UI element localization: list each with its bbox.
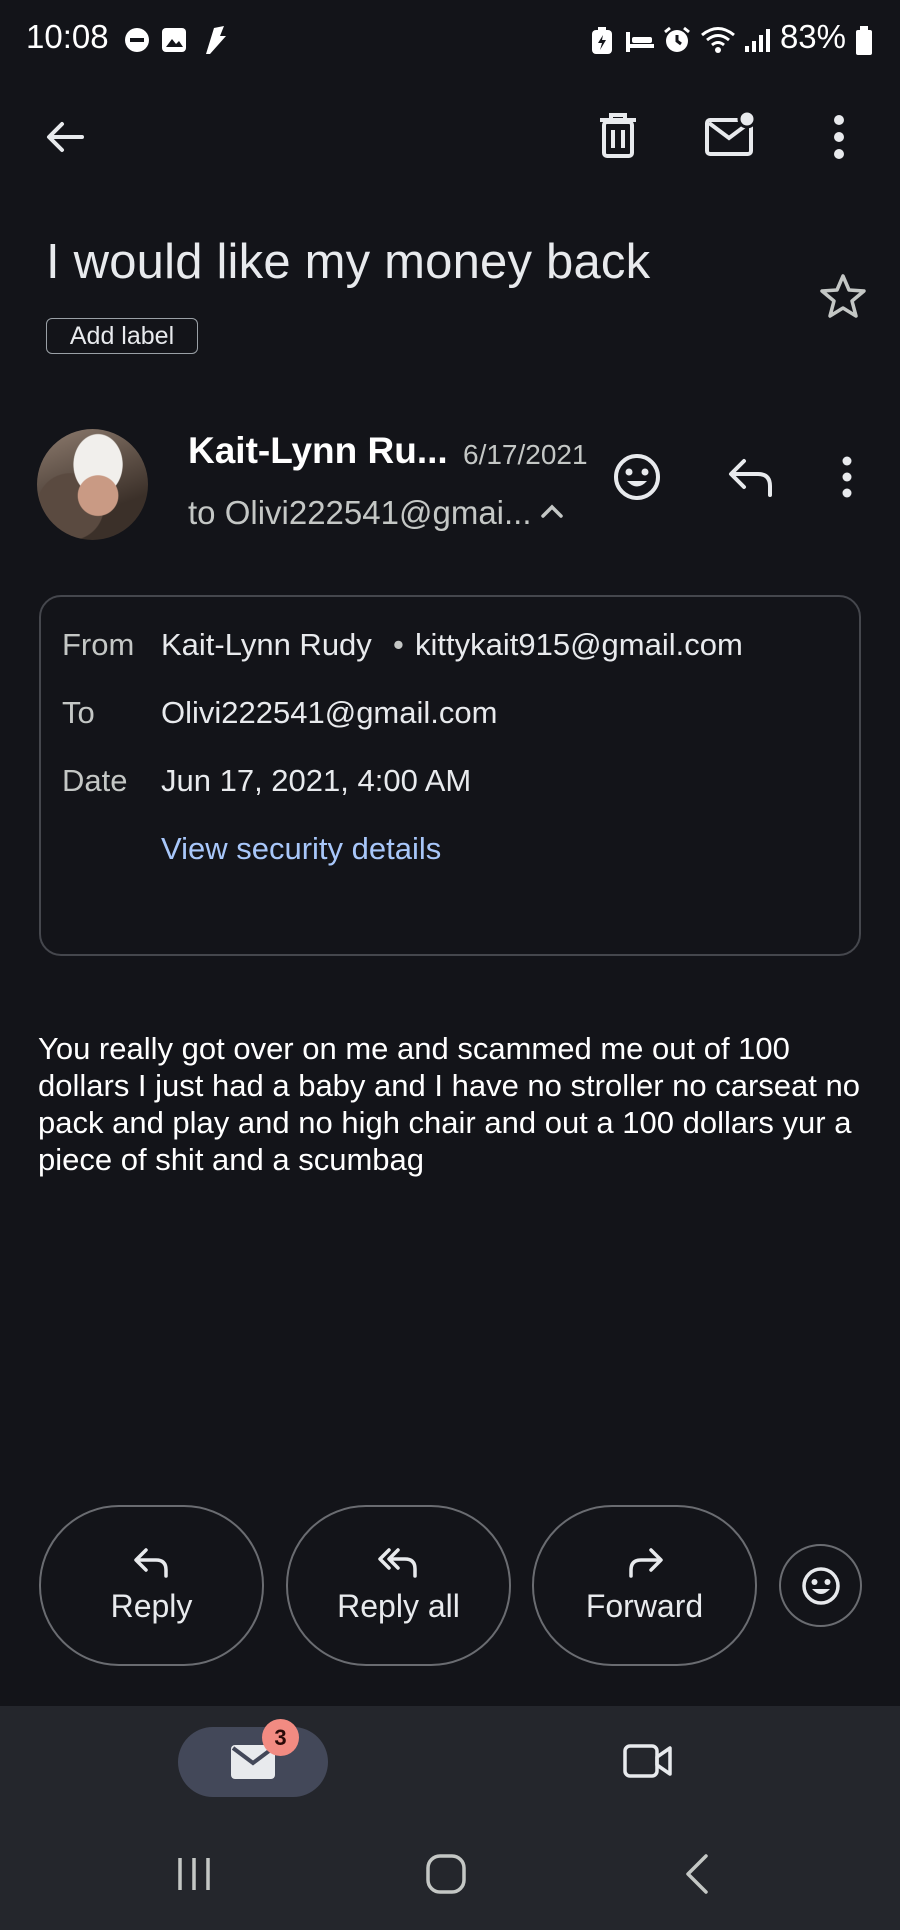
sender-date: 6/17/2021 (463, 439, 588, 470)
add-reaction-button[interactable] (779, 1544, 862, 1627)
chevron-up-icon (541, 504, 563, 518)
battery-icon (855, 26, 873, 56)
back-chevron-icon (686, 1854, 708, 1894)
back-button[interactable] (40, 112, 90, 162)
delete-button[interactable] (596, 112, 640, 160)
reply-all-label: Reply all (337, 1588, 460, 1624)
video-camera-icon (623, 1744, 672, 1778)
more-options-button[interactable] (824, 114, 854, 160)
to-value: Olivi222541@gmail.com (161, 695, 498, 730)
star-icon (820, 274, 866, 318)
back-arrow-icon (47, 122, 84, 152)
dnd-icon (124, 27, 150, 53)
collapse-details-button[interactable] (539, 501, 565, 521)
recents-icon (178, 1858, 210, 1890)
app-notification-icon (200, 24, 230, 56)
recent-apps-button[interactable] (174, 1854, 214, 1894)
reply-all-icon (377, 1548, 417, 1578)
signal-icon (743, 26, 773, 54)
mark-unread-icon (705, 110, 757, 156)
trash-icon (600, 113, 636, 158)
from-email: kittykait915@gmail.com (415, 627, 743, 662)
message-more-button[interactable] (834, 455, 860, 499)
reply-label: Reply (110, 1588, 193, 1624)
email-subject: I would like my money back (46, 235, 651, 289)
email-body: You really got over on me and scammed me… (38, 1031, 860, 1177)
home-button[interactable] (424, 1852, 468, 1896)
message-details-panel: From Kait-Lynn Rudy • kittykait915@gmail… (39, 595, 861, 956)
alarm-icon (662, 25, 692, 55)
mark-unread-button[interactable] (704, 110, 758, 158)
more-vert-icon (842, 456, 852, 498)
home-icon (426, 1854, 466, 1894)
more-vert-icon (834, 115, 844, 159)
date-label: Date (62, 763, 128, 798)
battery-saver-icon (590, 26, 614, 56)
recipient-summary[interactable]: to Olivi222541@gmai... (188, 494, 532, 532)
sender-name[interactable]: Kait-Lynn Ru... (188, 430, 448, 472)
status-time: 10:08 (26, 18, 109, 55)
unread-count-badge: 3 (262, 1719, 299, 1756)
battery-percent: 83% (779, 18, 846, 55)
to-label: To (62, 695, 95, 730)
forward-button[interactable]: Forward (532, 1505, 757, 1666)
date-value: Jun 17, 2021, 4:00 AM (161, 763, 472, 798)
reply-icon (729, 459, 772, 497)
react-emoji-button[interactable] (612, 452, 662, 502)
mail-tab[interactable] (178, 1727, 328, 1797)
system-back-button[interactable] (682, 1852, 712, 1896)
sender-avatar[interactable] (37, 429, 148, 540)
reply-button[interactable]: Reply (39, 1505, 264, 1666)
view-security-details-link[interactable]: View security details (161, 831, 441, 867)
reply-all-button[interactable]: Reply all (286, 1505, 511, 1666)
wifi-icon (700, 26, 736, 54)
reply-icon (133, 1548, 168, 1578)
meet-tab[interactable] (622, 1741, 674, 1781)
star-button[interactable] (818, 272, 868, 320)
emoji-icon (614, 454, 660, 500)
from-label: From (62, 627, 135, 662)
from-separator: • (393, 627, 404, 662)
emoji-icon (801, 1566, 840, 1605)
sleep-mode-icon (624, 28, 656, 54)
add-label-button[interactable]: Add label (46, 318, 198, 354)
gallery-icon (160, 26, 188, 54)
reply-icon-button[interactable] (726, 455, 776, 499)
bottom-navigation (0, 1706, 900, 1822)
from-name: Kait-Lynn Rudy (161, 627, 372, 662)
forward-icon (628, 1548, 663, 1578)
forward-label: Forward (585, 1588, 704, 1624)
